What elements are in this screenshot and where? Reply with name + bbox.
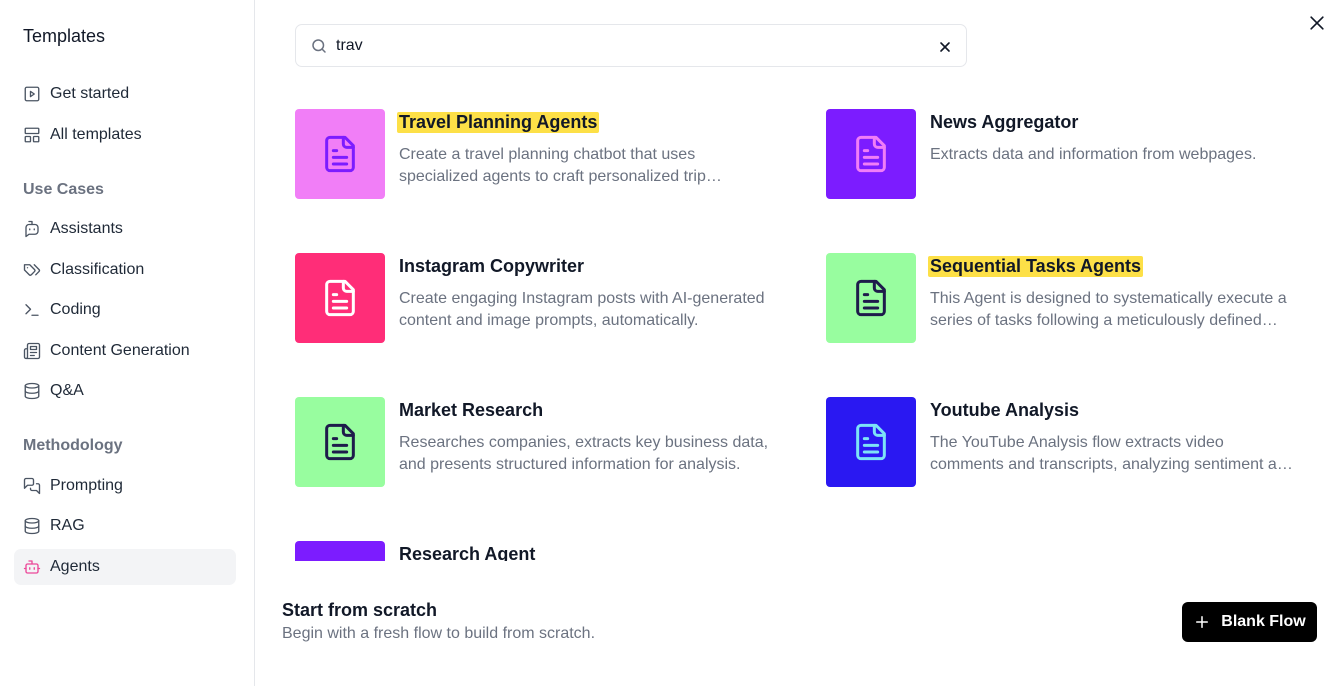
file-text-icon (325, 135, 355, 173)
template-card[interactable]: News Aggregator Extracts data and informa… (826, 109, 1326, 201)
terminal-icon (23, 301, 41, 319)
messages-icon (23, 477, 41, 495)
template-card[interactable]: Market Research Researches companies, ext… (295, 397, 795, 489)
nav-item-get-started[interactable]: Get started (14, 76, 236, 112)
template-card[interactable]: Sequential Tasks Agents This Agent is des… (826, 253, 1326, 345)
blank-flow-label: Blank Flow (1221, 613, 1306, 630)
nav-item-label: Prompting (50, 477, 123, 494)
template-title: Research Agent (399, 544, 536, 561)
nav-item-classification[interactable]: Classification (14, 252, 236, 288)
nav-item-label: Q&A (50, 382, 84, 399)
template-thumbnail (826, 253, 916, 343)
tags-icon (23, 261, 41, 279)
plus-icon (1193, 613, 1211, 631)
search-input[interactable] (336, 33, 916, 59)
template-title: Market Research (399, 400, 544, 420)
play-square-icon (23, 85, 41, 103)
nav-item-all-templates[interactable]: All templates (14, 117, 236, 153)
template-thumbnail (295, 541, 385, 561)
template-description: Create engaging Instagram posts with AI-… (399, 290, 765, 329)
template-thumbnail (826, 397, 916, 487)
use-cases-label: Use Cases (23, 181, 104, 198)
template-thumbnail (826, 109, 916, 199)
template-title: Instagram Copywriter (399, 256, 585, 276)
nav-item-assistants[interactable]: Assistants (14, 211, 236, 247)
template-description: This Agent is designed to systematically… (930, 290, 1287, 329)
nav-item-label: All templates (50, 126, 142, 143)
template-title: News Aggregator (930, 112, 1079, 132)
nav-item-label: Classification (50, 261, 145, 278)
newspaper-icon (23, 342, 41, 360)
nav-item-prompting[interactable]: Prompting (14, 468, 236, 504)
scratch-title: Start from scratch (282, 600, 438, 620)
search-icon (312, 39, 326, 53)
bot-message-icon (23, 220, 41, 238)
database-icon (23, 382, 41, 400)
nav-item-agents[interactable]: Agents (14, 549, 236, 585)
template-card[interactable]: Youtube Analysis The YouTube Analysis flo… (826, 397, 1326, 489)
nav-item-label: Coding (50, 301, 101, 318)
template-thumbnail (295, 397, 385, 487)
nav-item-content-generation[interactable]: Content Generation (14, 333, 236, 369)
template-card[interactable]: Instagram Copywriter Create engaging Inst… (295, 253, 795, 345)
nav-item-qa[interactable]: Q&A (14, 373, 236, 409)
bot-icon (23, 558, 41, 576)
nav-item-label: Content Generation (50, 342, 190, 359)
template-description: Extracts data and information from webpa… (930, 146, 1257, 163)
template-description: The YouTube Analysis flow extracts video… (930, 434, 1295, 473)
file-text-icon (325, 423, 355, 461)
layout-icon (23, 126, 41, 144)
nav-item-label: RAG (50, 517, 85, 534)
template-description: Create a travel planning chatbot that us… (399, 146, 706, 185)
template-thumbnail (295, 109, 385, 199)
close-button[interactable] (1306, 12, 1328, 34)
sidebar-title: Templates (23, 26, 106, 46)
search-box (295, 24, 967, 67)
file-text-icon (856, 279, 886, 317)
methodology-label: Methodology (23, 437, 123, 454)
nav-item-rag[interactable]: RAG (14, 508, 236, 544)
template-description: Researches companies, extracts key busin… (399, 434, 769, 473)
scratch-subtitle: Begin with a fresh flow to build from sc… (282, 625, 596, 642)
template-card[interactable]: Research Agent (295, 541, 795, 561)
template-title: Sequential Tasks Agents (928, 256, 1144, 277)
close-icon (940, 42, 950, 52)
sidebar: Templates Get started All templates Use … (0, 0, 255, 686)
template-title: Travel Planning Agents (397, 112, 600, 133)
database-icon (23, 517, 41, 535)
template-title: Youtube Analysis (930, 400, 1080, 420)
template-card[interactable]: Travel Planning Agents Create a travel pl… (295, 109, 795, 201)
file-text-icon (856, 423, 886, 461)
close-icon (1310, 16, 1324, 30)
template-grid: Travel Planning Agents Create a travel pl… (255, 90, 1337, 561)
nav-item-coding[interactable]: Coding (14, 292, 236, 328)
nav-item-label: Assistants (50, 220, 123, 237)
file-text-icon (856, 135, 886, 173)
file-text-icon (325, 279, 355, 317)
clear-search-button[interactable] (936, 38, 954, 56)
template-thumbnail (295, 253, 385, 343)
nav-item-label: Get started (50, 85, 130, 102)
nav-item-label: Agents (50, 558, 100, 575)
blank-flow-button[interactable]: Blank Flow (1182, 602, 1317, 642)
